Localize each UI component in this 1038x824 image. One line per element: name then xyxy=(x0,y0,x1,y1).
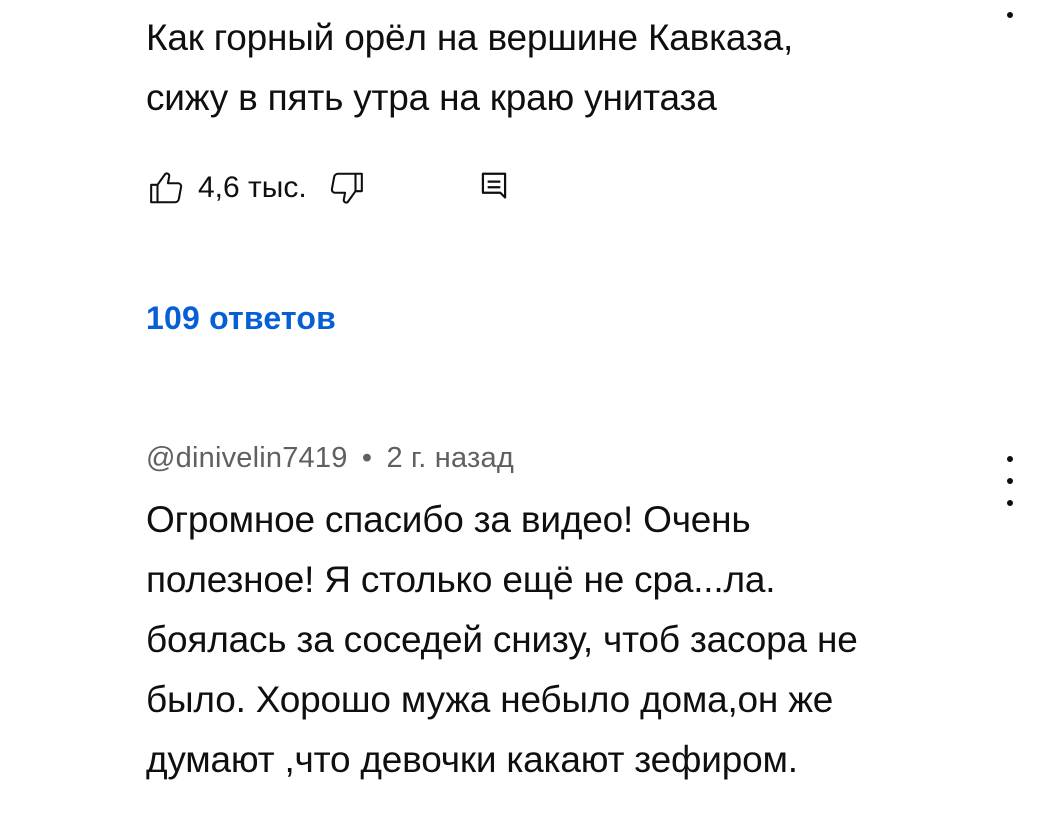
menu-dot xyxy=(1007,456,1013,462)
menu-dot xyxy=(1007,500,1013,506)
comment-action-bar: 4,6 тыс. xyxy=(146,164,515,212)
comment-meta: @dinivelin7419 • 2 г. назад xyxy=(146,442,514,475)
thumbs-down-icon xyxy=(330,172,363,204)
like-count: 4,6 тыс. xyxy=(198,171,307,204)
like-button[interactable] xyxy=(146,166,188,210)
comment-author[interactable]: @dinivelin7419 xyxy=(146,442,348,474)
comment-time: 2 г. назад xyxy=(386,442,514,474)
menu-dot xyxy=(1007,478,1013,484)
replies-link[interactable]: 109 ответов xyxy=(146,300,336,337)
comment-text: Огромное спасибо за видео! Очень полезно… xyxy=(146,499,858,780)
reply-button[interactable] xyxy=(473,166,515,210)
thumbs-up-icon xyxy=(150,172,183,204)
dislike-button[interactable] xyxy=(325,166,367,210)
menu-dot xyxy=(1007,12,1013,18)
comment-text: Как горный орёл на вершине Кавказа, сижу… xyxy=(146,17,794,118)
reply-comment-icon xyxy=(481,172,506,199)
meta-separator: • xyxy=(361,442,373,474)
